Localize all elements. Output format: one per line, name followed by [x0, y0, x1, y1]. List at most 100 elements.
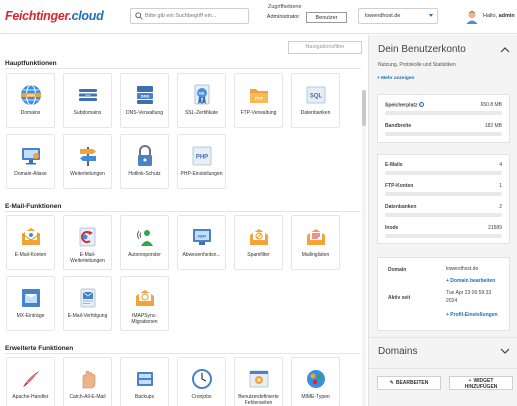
- edit-widgets-button[interactable]: ✎ BEARBEITEN: [377, 376, 441, 390]
- email-forward-icon: [79, 227, 96, 247]
- tile-label: IMAPSync-Migrationen: [131, 313, 158, 325]
- chevron-up-icon[interactable]: [500, 46, 510, 53]
- main-scrollbar[interactable]: [362, 90, 366, 406]
- section-title-advanced-functions: Erweiterte Funktionen: [5, 345, 74, 352]
- imapsync-icon: [136, 290, 154, 306]
- error-page-icon: [249, 370, 269, 388]
- stat-label: Inode: [385, 225, 399, 231]
- tile-backups[interactable]: Backups: [120, 357, 169, 406]
- tile-label: Datenbanken: [300, 110, 331, 116]
- tile-dns-management[interactable]: DNS DNS-Verwaltung: [120, 73, 169, 128]
- progress-bar: [385, 234, 502, 238]
- tile-label: Catch-All-E-Mail: [69, 394, 106, 400]
- detail-value-line-1: Tue Apr 23 06:59:33: [446, 290, 492, 296]
- tile-hotlink-protection[interactable]: Hotlink-Schutz: [120, 134, 169, 189]
- autoresponder-icon: [137, 230, 153, 246]
- monitor-icon: [22, 148, 40, 165]
- user-greeting[interactable]: Hallo, admin: [483, 13, 515, 19]
- away-message-icon: AWAY: [193, 229, 211, 245]
- access-level-label: Zugriffsebene: [268, 4, 302, 10]
- ftp-icon: FTP: [250, 89, 268, 103]
- tile-subdomains[interactable]: www Subdomains: [63, 73, 112, 128]
- tile-autoresponder[interactable]: Autoresponder: [120, 215, 169, 270]
- stat-label: Speicherplatz i: [385, 102, 424, 109]
- tile-ssl-certificates[interactable]: SSL SSL-Zertifikate: [177, 73, 226, 128]
- tile-domain-aliases[interactable]: Domain-Aliase: [6, 134, 55, 189]
- button-label-line-2: HINZUFÜGEN: [464, 384, 498, 390]
- svg-text:www: www: [85, 94, 91, 97]
- stat-value: 4: [499, 162, 502, 168]
- add-widget-button[interactable]: + WIDGET HINZUFÜGEN: [449, 376, 513, 390]
- email-account-icon: [21, 228, 41, 245]
- stat-value: 1: [499, 183, 502, 189]
- tile-label: E-Mail-Konten: [14, 252, 47, 258]
- svg-text:FTP: FTP: [255, 96, 263, 101]
- counts-card: E-Mails 4 FTP-Konten 1 Datenbanken 2 Ino…: [377, 154, 510, 244]
- tile-mime-types[interactable]: MIME-Typen: [291, 357, 340, 406]
- section-divider: [5, 68, 361, 69]
- tile-mx-records[interactable]: MX-Einträge: [6, 276, 55, 331]
- stat-value: 650.8 MB: [480, 102, 502, 108]
- tile-custom-error-pages[interactable]: Benutzerdefinierte Fehlerseiten: [234, 357, 283, 406]
- progress-bar: [385, 132, 502, 136]
- tile-label: Hotlink-Schutz: [128, 171, 161, 177]
- user-avatar-icon[interactable]: [465, 10, 479, 24]
- stat-label: E-Mails: [385, 162, 403, 168]
- sidebar-title: Dein Benutzerkonto: [378, 44, 466, 55]
- tile-spam-filter[interactable]: Spamfilter: [234, 215, 283, 270]
- tile-imapsync-migrations[interactable]: IMAPSync-Migrationen: [120, 276, 169, 331]
- edit-domain-link[interactable]: + Domain bearbeiten: [446, 278, 495, 284]
- stat-label: Datenbanken: [385, 204, 417, 210]
- globe-icon: www: [21, 84, 41, 106]
- tile-email-tracking[interactable]: E-Mail-Verfolgung: [63, 276, 112, 331]
- logo-text-feichtinger: Feichtinger: [5, 9, 69, 23]
- svg-text:PHP: PHP: [196, 155, 208, 161]
- tile-label: Subdomains: [73, 110, 102, 116]
- stat-value: 2: [499, 204, 502, 210]
- tile-mailing-lists[interactable]: Mailinglisten: [291, 215, 340, 270]
- scrollbar-thumb[interactable]: [362, 90, 366, 126]
- backup-icon: [137, 372, 153, 386]
- chevron-down-icon: [429, 14, 433, 17]
- navigation-filter-input[interactable]: Navigationsfilter: [288, 41, 362, 54]
- detail-value-line-2: 2024: [446, 298, 458, 304]
- show-more-link[interactable]: + Mehr anzeigen: [377, 76, 414, 81]
- tile-php-settings[interactable]: PHP PHP-Einstellungen: [177, 134, 226, 189]
- search-box[interactable]: [130, 8, 249, 24]
- greeting-text: Hallo,: [483, 13, 498, 19]
- tile-cronjobs[interactable]: Cronjobs: [177, 357, 226, 406]
- mailing-list-icon: [307, 229, 325, 245]
- tile-label: Benutzerdefinierte Fehlerseiten: [238, 394, 279, 406]
- svg-text:DNS: DNS: [141, 94, 150, 99]
- tile-label: Domain-Aliase: [14, 171, 47, 177]
- sql-database-icon: SQL: [306, 86, 326, 104]
- chevron-down-icon[interactable]: [500, 348, 510, 355]
- search-icon: [135, 12, 143, 20]
- tile-domains[interactable]: www Domains: [6, 73, 55, 128]
- feichtinger-cloud-logo[interactable]: Feichtinger.cloud: [5, 9, 104, 23]
- tile-email-forwarders[interactable]: E-Mail-Weiterleitungen: [63, 215, 112, 270]
- search-input[interactable]: [145, 10, 247, 22]
- info-icon[interactable]: i: [418, 102, 424, 107]
- tile-ftp-management[interactable]: FTP FTP-Verwaltung: [234, 73, 283, 128]
- domain-select[interactable]: lowendhost.de: [358, 8, 438, 24]
- svg-text:www: www: [26, 93, 36, 97]
- tile-catch-all-email[interactable]: Catch-All-E-Mail: [63, 357, 112, 406]
- signpost-icon: [80, 147, 96, 166]
- account-sidebar: Dein Benutzerkonto Nutzung, Protokolle u…: [368, 35, 517, 406]
- tile-apache-handlers[interactable]: Apache-Handler: [6, 357, 55, 406]
- tile-email-accounts[interactable]: E-Mail-Konten: [6, 215, 55, 270]
- tile-away-messages[interactable]: AWAY Abwesenheitsn...: [177, 215, 226, 270]
- detail-label: Aktiv seit: [388, 295, 411, 301]
- sidebar-divider: [369, 368, 517, 369]
- tile-databases[interactable]: SQL Datenbanken: [291, 73, 340, 128]
- access-level-user[interactable]: Benutzer: [306, 12, 347, 23]
- profile-settings-link[interactable]: + Profil-Einstellungen: [446, 312, 498, 318]
- tile-label: Apache-Handler: [12, 394, 49, 400]
- tile-redirects[interactable]: Weiterleitungen: [63, 134, 112, 189]
- stat-value: 21589: [488, 225, 502, 231]
- svg-text:SSL: SSL: [199, 91, 207, 95]
- tile-label: Cronjobs: [191, 394, 212, 400]
- access-level-administrator[interactable]: Administrator: [262, 12, 304, 23]
- tile-label: Domains: [20, 110, 41, 116]
